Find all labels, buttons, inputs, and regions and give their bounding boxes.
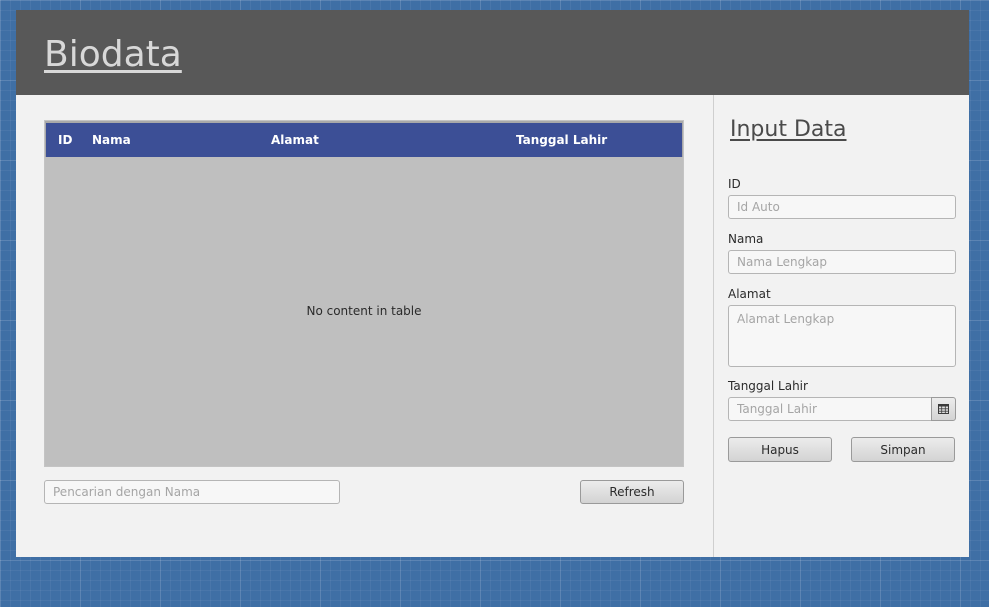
simpan-button[interactable]: Simpan: [851, 437, 955, 462]
column-header-alamat[interactable]: Alamat: [271, 133, 319, 147]
form-title: Input Data: [730, 117, 847, 142]
page-title: Biodata: [44, 34, 182, 75]
column-header-tanggal-lahir[interactable]: Tanggal Lahir: [516, 133, 607, 147]
biodata-table[interactable]: ID Nama Alamat Tanggal Lahir No content …: [44, 120, 684, 467]
panel-divider: [713, 95, 714, 557]
column-header-id[interactable]: ID: [58, 133, 72, 147]
app-window: Biodata ID Nama Alamat Tanggal Lahir No …: [16, 10, 969, 557]
alamat-field[interactable]: [728, 305, 956, 367]
nama-field[interactable]: [728, 250, 956, 274]
app-header: Biodata: [16, 10, 969, 95]
alamat-label: Alamat: [728, 287, 771, 301]
date-picker-button[interactable]: [931, 397, 956, 421]
column-header-nama[interactable]: Nama: [92, 133, 131, 147]
tanggal-lahir-field[interactable]: [728, 397, 932, 421]
search-input[interactable]: [44, 480, 340, 504]
table-header: ID Nama Alamat Tanggal Lahir: [45, 121, 683, 157]
tanggal-lahir-label: Tanggal Lahir: [728, 379, 808, 393]
hapus-button[interactable]: Hapus: [728, 437, 832, 462]
empty-table-message: No content in table: [306, 304, 422, 318]
refresh-button[interactable]: Refresh: [580, 480, 684, 504]
id-field[interactable]: [728, 195, 956, 219]
nama-label: Nama: [728, 232, 764, 246]
calendar-icon: [938, 404, 949, 414]
id-label: ID: [728, 177, 741, 191]
